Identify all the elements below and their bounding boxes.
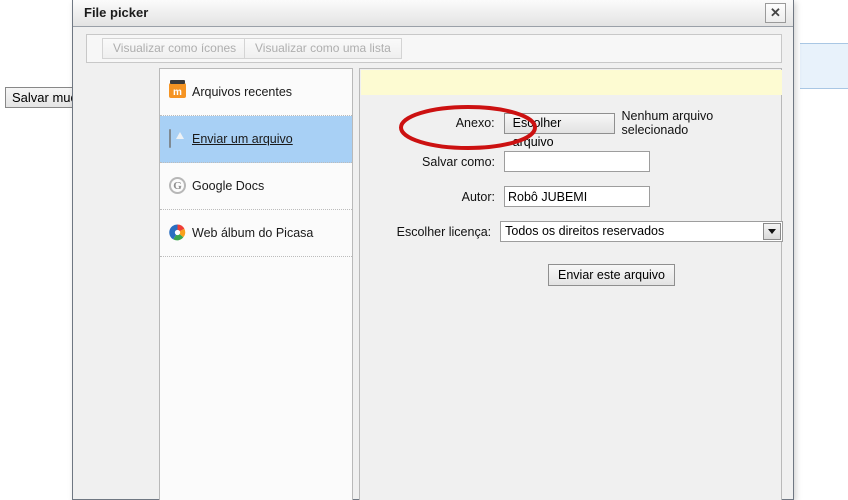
submit-row: Enviar este arquivo (360, 264, 783, 286)
moodle-icon: m (169, 80, 187, 101)
view-toolbar: Visualizar como ícones Visualizar como u… (86, 34, 782, 63)
author-input[interactable] (504, 186, 650, 207)
background-info-panel (800, 43, 848, 89)
license-selected-value: Todos os direitos reservados (505, 224, 665, 238)
sidebar-item-google-docs[interactable]: G Google Docs (160, 163, 352, 210)
file-picker-dialog: File picker ✕ Visualizar como ícones Vis… (72, 0, 794, 500)
author-row: Autor: (360, 186, 783, 207)
sidebar-item-label: Arquivos recentes (192, 85, 293, 99)
upload-icon (169, 129, 187, 148)
sidebar-item-label: Web álbum do Picasa (192, 226, 314, 240)
license-label: Escolher licença: (396, 224, 492, 239)
notice-banner (361, 70, 782, 95)
author-label: Autor: (461, 189, 495, 204)
license-row: Escolher licença: Todos os direitos rese… (360, 221, 783, 242)
dialog-title: File picker (84, 5, 149, 20)
save-as-label: Salvar como: (422, 154, 495, 169)
sidebar-item-label: Google Docs (192, 179, 265, 193)
chevron-down-icon[interactable] (763, 223, 781, 240)
save-as-row: Salvar como: (360, 151, 783, 172)
upload-panel: Anexo: Escolher arquivo Nenhum arquivo s… (359, 68, 783, 500)
screen: Salvar muda File picker ✕ Visualizar com… (0, 0, 848, 500)
sidebar-item-upload-file[interactable]: Enviar um arquivo (160, 116, 352, 163)
attachment-label: Anexo: (455, 116, 495, 130)
choose-file-button[interactable]: Escolher arquivo (503, 112, 615, 149)
sidebar-item-picasa-web-album[interactable]: Web álbum do Picasa (160, 210, 352, 257)
upload-form: Anexo: Escolher arquivo Nenhum arquivo s… (360, 109, 783, 286)
file-status-text: Nenhum arquivo selecionado (621, 109, 714, 137)
view-as-list-button[interactable]: Visualizar como uma lista (244, 38, 402, 59)
sidebar-item-recent-files[interactable]: m Arquivos recentes (160, 69, 352, 116)
picasa-icon (169, 224, 187, 242)
license-select[interactable]: Todos os direitos reservados (500, 221, 783, 242)
view-as-icons-button[interactable]: Visualizar como ícones (102, 38, 248, 59)
dialog-titlebar[interactable]: File picker ✕ (73, 0, 793, 27)
repository-sidebar: m Arquivos recentes Enviar um arquivo G … (159, 68, 353, 500)
save-as-input[interactable] (504, 151, 650, 172)
sidebar-item-label: Enviar um arquivo (192, 132, 293, 146)
google-docs-icon: G (169, 177, 187, 195)
close-icon[interactable]: ✕ (765, 3, 786, 23)
attachment-row: Anexo: Escolher arquivo Nenhum arquivo s… (360, 109, 783, 149)
upload-this-file-button[interactable]: Enviar este arquivo (548, 264, 676, 286)
